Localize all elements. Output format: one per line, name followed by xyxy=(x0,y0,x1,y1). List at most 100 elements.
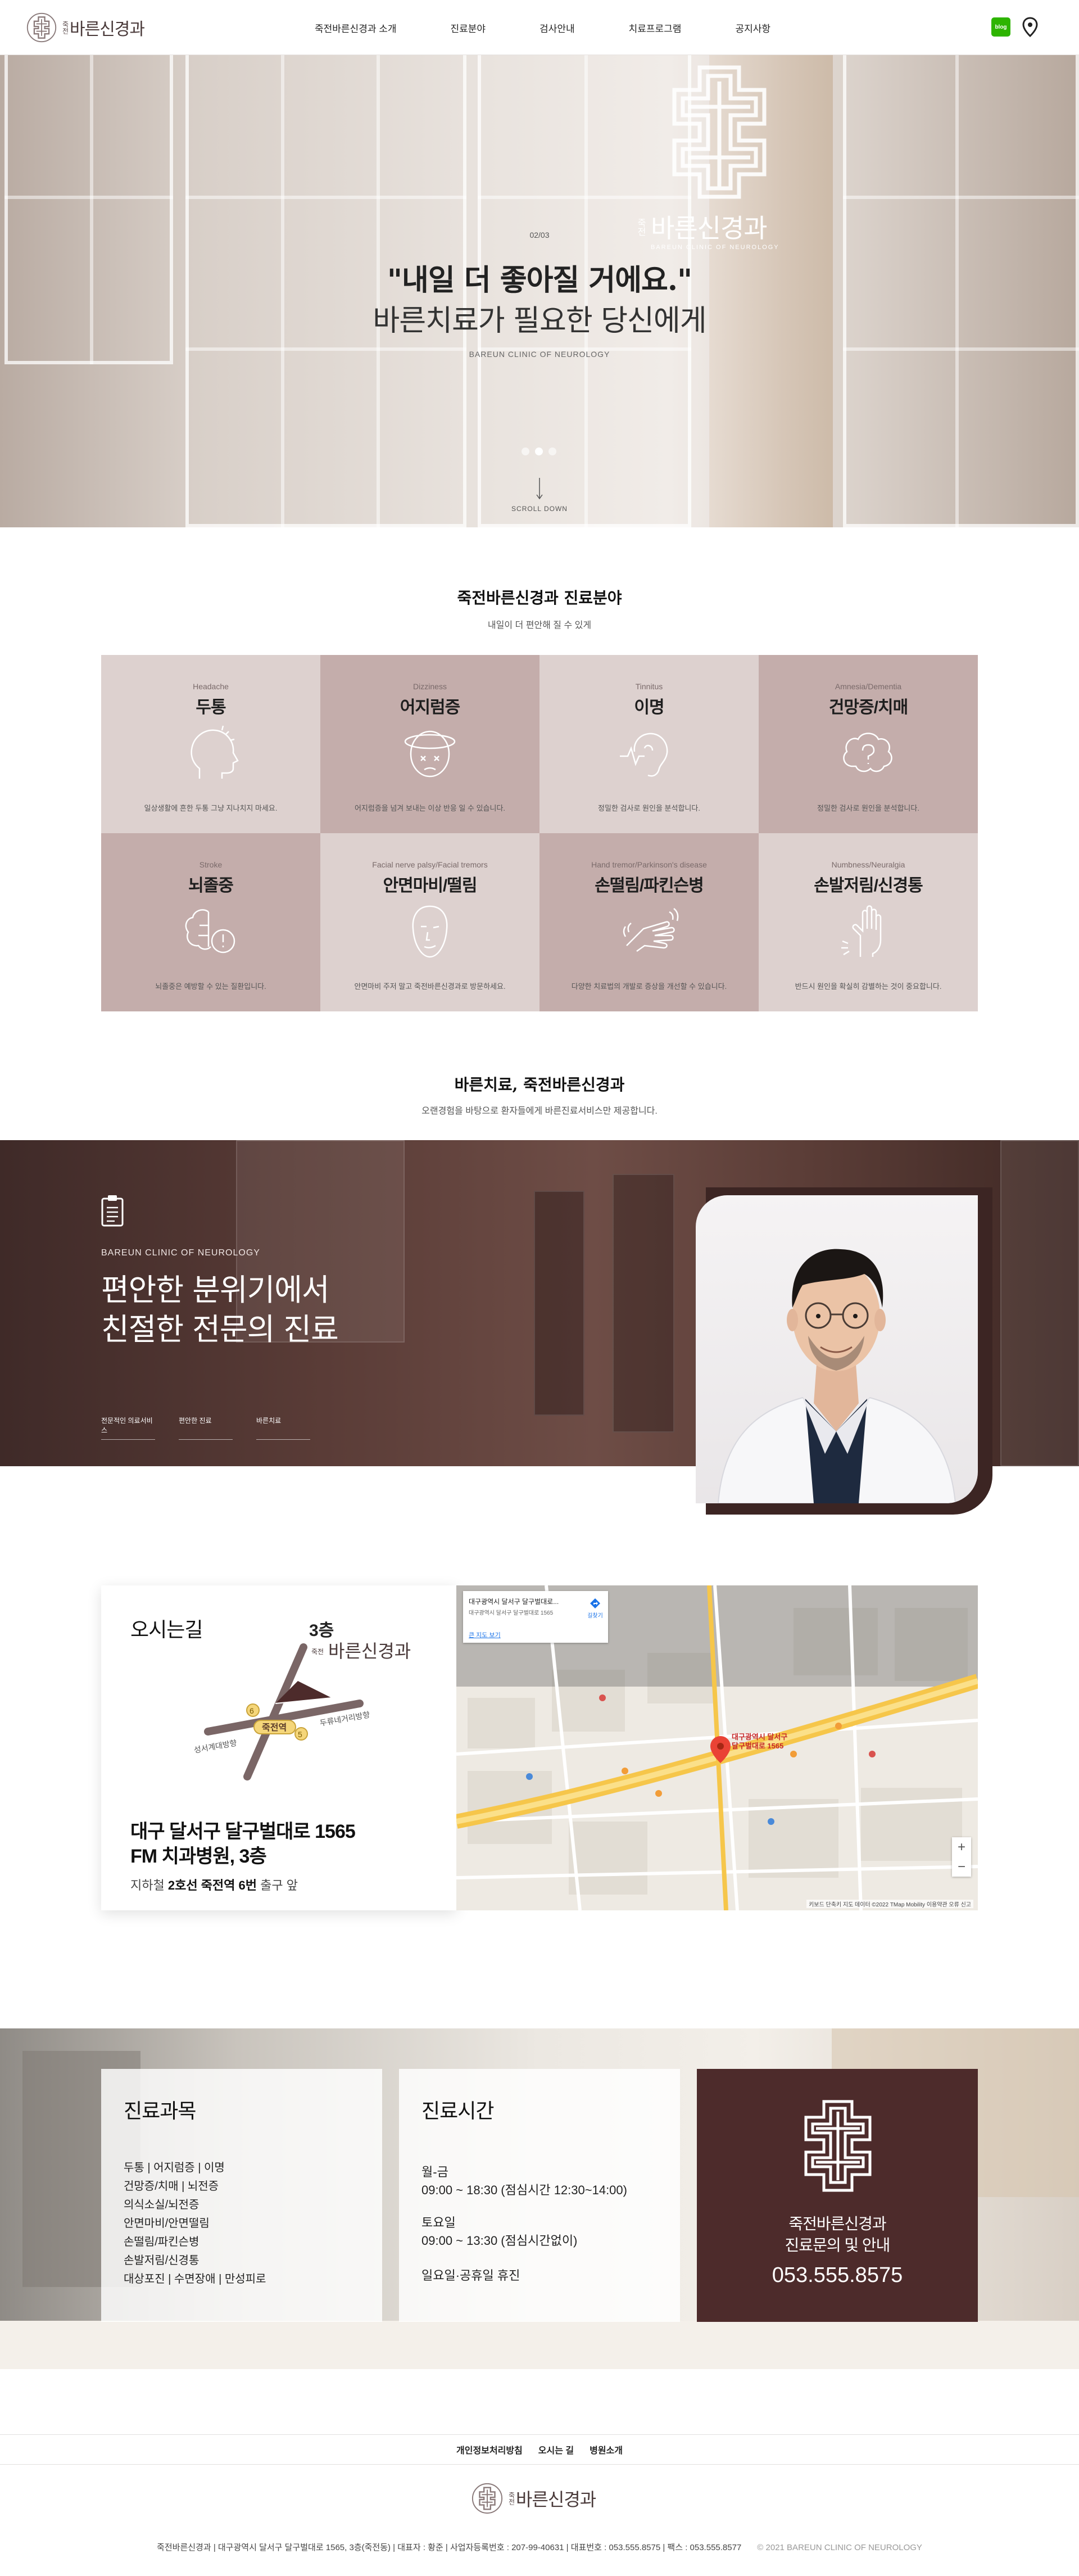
specialty-en: Headache xyxy=(193,682,229,691)
nav-programs[interactable]: 치료프로그램 xyxy=(629,21,682,35)
specialty-name: 이명 xyxy=(634,698,664,717)
department-item: 건망증/치매 | 뇌전증 xyxy=(124,2180,219,2193)
specialties-title: 죽전바른신경과 진료분야 xyxy=(457,589,622,607)
specialty-name: 뇌졸중 xyxy=(188,876,234,895)
clinic-emblem-icon xyxy=(26,12,57,43)
departments-list: 두통 | 어지럼증 | 이명 건망증/치매 | 뇌전증 의식소실/뇌전증 안면마… xyxy=(124,2159,266,2289)
site-logo[interactable]: 죽전 바른신경과 xyxy=(26,11,155,44)
embedded-map[interactable]: 대구광역시 달서구 달구벌대로 1565 대구광역시 달서구 달구벌대로... … xyxy=(456,1585,978,1910)
footer-logo-small: 죽전 xyxy=(507,2492,515,2505)
subway-suffix: 출구 앞 xyxy=(256,1878,298,1892)
hours-title: 진료시간 xyxy=(421,2100,494,2123)
exit-5-label: 5 xyxy=(298,1730,302,1739)
specialty-desc: 일상생활에 흔한 두통 그냥 지나치지 마세요. xyxy=(144,804,278,812)
weekday-label: 월-금 xyxy=(421,2165,448,2179)
exit-6-label: 6 xyxy=(250,1706,254,1715)
head-icon xyxy=(191,725,239,779)
directions-button[interactable]: 길찾기 xyxy=(587,1598,604,1619)
about-clinic-link[interactable]: 병원소개 xyxy=(590,2443,623,2456)
specialty-card-stroke[interactable]: Stroke 뇌졸중 뇌졸중은 예방할 수 있는 질환입니다. xyxy=(101,833,320,1011)
slide-dot[interactable] xyxy=(548,448,556,455)
specialty-card-dementia[interactable]: Amnesia/Dementia 건망증/치매 정밀한 검사로 원인을 분석합니… xyxy=(759,655,978,833)
road-label-left: 성서계대방향 xyxy=(193,1738,238,1755)
map-info-box: 대구광역시 달서구 달구벌대로... 대구광역시 달서구 달구벌대로 1565 … xyxy=(463,1591,608,1643)
hero-brand-en: BAREUN CLINIC OF NEUROLOGY xyxy=(651,244,779,251)
sketch-brand-small: 죽전 xyxy=(311,1648,324,1656)
blog-icon-label: blog xyxy=(995,24,1007,30)
nav-specialties[interactable]: 진료분야 xyxy=(450,21,486,35)
blog-icon[interactable]: blog xyxy=(991,17,1010,37)
brain-question-icon xyxy=(843,733,892,772)
map-pin-icon[interactable] xyxy=(1022,17,1039,37)
map-zoom-controls: + − xyxy=(952,1837,971,1877)
specialty-desc: 다양한 치료법의 개발로 증상을 개선할 수 있습니다. xyxy=(571,982,727,991)
doctor-illustration xyxy=(717,1249,956,1503)
doorway xyxy=(534,1191,584,1416)
specialty-desc: 정밀한 검사로 원인을 분석합니다. xyxy=(598,804,700,812)
contact-phone[interactable]: 053.555.8575 xyxy=(697,2263,978,2288)
nav-about[interactable]: 죽전바른신경과 소개 xyxy=(315,21,396,35)
specialty-en: Stroke xyxy=(199,860,223,869)
footer-logo[interactable]: 죽전 바른신경과 xyxy=(471,2482,608,2515)
map-marker-label-2: 달구벌대로 1565 xyxy=(732,1742,784,1750)
specialty-name: 손발저림/신경통 xyxy=(814,876,923,895)
specialty-card-tinnitus[interactable]: Tinnitus 이명 정밀한 검사로 원인을 분석합니다. xyxy=(540,655,759,833)
ear-icon xyxy=(620,733,668,777)
weekday-hours: 09:00 ~ 18:30 (점심시간 12:30~14:00) xyxy=(421,2183,627,2197)
directions-sketch-map: 6 5 죽전역 3층 죽전 바른신경과 성서계대방향 두류네거리방향 xyxy=(193,1621,411,1780)
directions-link[interactable]: 오시는 길 xyxy=(538,2443,574,2456)
specialty-en: Tinnitus xyxy=(635,682,663,691)
specialty-en: Facial nerve palsy/Facial tremors xyxy=(372,860,488,869)
specialty-desc: 뇌졸중은 예방할 수 있는 질환입니다. xyxy=(155,982,266,991)
copyright-text: © 2021 BAREUN CLINIC OF NEUROLOGY xyxy=(757,2543,922,2552)
site-header: 죽전 바른신경과 죽전바른신경과 소개 진료분야 검사안내 치료프로그램 공지사… xyxy=(0,0,1079,55)
zoom-in-button[interactable]: + xyxy=(952,1837,971,1857)
slide-dot[interactable] xyxy=(522,448,529,455)
specialty-en: Numbness/Neuralgia xyxy=(831,860,905,869)
contact-line-2: 진료문의 및 안내 xyxy=(785,2236,891,2254)
nav-tests[interactable]: 검사안내 xyxy=(540,21,575,35)
zoom-out-button[interactable]: − xyxy=(952,1857,971,1877)
specialty-card-parkinsons[interactable]: Hand tremor/Parkinson's disease 손떨림/파킨슨병… xyxy=(540,833,759,1011)
door-frame xyxy=(4,196,173,199)
specialty-desc: 어지럼증을 넘겨 보내는 이상 반응 일 수 있습니다. xyxy=(354,804,506,812)
specialties-subtitle: 내일이 더 편안해 질 수 있게 xyxy=(487,621,592,630)
hero-headline: "내일 더 좋아질 거에요." xyxy=(387,263,692,297)
scroll-down-arrow-icon[interactable] xyxy=(536,478,543,500)
specialty-card-headache[interactable]: Headache 두통 일상생활에 흔한 두통 그냥 지나치지 마세요. xyxy=(101,655,320,833)
hero-brand-name: 바른신경과 xyxy=(651,213,768,243)
subway-directions: 지하철 2호선 죽전역 6번 출구 앞 xyxy=(130,1875,298,1893)
subway-line: 2호선 죽전역 6번 xyxy=(167,1878,257,1892)
slide-dot-active[interactable] xyxy=(535,448,543,455)
specialty-card-numbness[interactable]: Numbness/Neuralgia 손발저림/신경통 반드시 원인을 확실히 … xyxy=(759,833,978,1011)
about-en-label: BAREUN CLINIC OF NEUROLOGY xyxy=(101,1248,260,1258)
specialty-card-dizziness[interactable]: Dizziness 어지럼증 어지럼증을 넘겨 보내는 이상 반응 일 수 있습… xyxy=(320,655,540,833)
about-headline-1: 편안한 분위기에서 xyxy=(101,1272,330,1308)
clipboard-icon xyxy=(101,1195,124,1227)
saturday-label: 토요일 xyxy=(421,2216,456,2230)
floor xyxy=(0,2321,1079,2369)
main-nav: 죽전바른신경과 소개 진료분야 검사안내 치료프로그램 공지사항 xyxy=(315,0,824,55)
hero-subheadline: 바른치료가 필요한 당신에게 xyxy=(373,304,706,338)
nav-notice[interactable]: 공지사항 xyxy=(735,21,770,35)
department-item: 손발저림/신경통 xyxy=(124,2254,200,2267)
doctor-photo xyxy=(696,1195,978,1503)
business-info-text: 죽전바른신경과 | 대구광역시 달서구 달구벌대로 1565, 3층(죽전동) … xyxy=(157,2543,742,2552)
footer-business-info: 죽전바른신경과 | 대구광역시 달서구 달구벌대로 1565, 3층(죽전동) … xyxy=(0,2541,1079,2553)
about-link-service[interactable]: 전문적인 의료서비스 xyxy=(101,1416,155,1440)
specialty-card-facial-palsy[interactable]: Facial nerve palsy/Facial tremors 안면마비/떨… xyxy=(320,833,540,1011)
about-link-comfort[interactable]: 편안한 진료 xyxy=(179,1416,233,1440)
clinic-emblem-icon xyxy=(472,2483,503,2514)
specialty-name: 건망증/치매 xyxy=(828,698,908,717)
larger-map-link[interactable]: 큰 지도 보기 xyxy=(469,1630,501,1639)
specialty-en: Amnesia/Dementia xyxy=(835,682,902,691)
clinic-emblem-icon xyxy=(804,2100,872,2192)
scroll-down-label[interactable]: SCROLL DOWN xyxy=(0,505,1079,513)
contact-box[interactable]: 죽전바른신경과 진료문의 및 안내 053.555.8575 xyxy=(697,2069,978,2322)
door-frame xyxy=(185,196,466,199)
about-link-treatment[interactable]: 바른치료 xyxy=(256,1416,310,1440)
footer-links: 개인정보처리방침 오시는 길 병원소개 xyxy=(0,2434,1079,2465)
privacy-policy-link[interactable]: 개인정보처리방침 xyxy=(456,2443,523,2456)
specialties-grid: Headache 두통 일상생활에 흔한 두통 그냥 지나치지 마세요. Diz… xyxy=(101,655,978,1011)
sketch-brand: 바른신경과 xyxy=(328,1640,411,1662)
